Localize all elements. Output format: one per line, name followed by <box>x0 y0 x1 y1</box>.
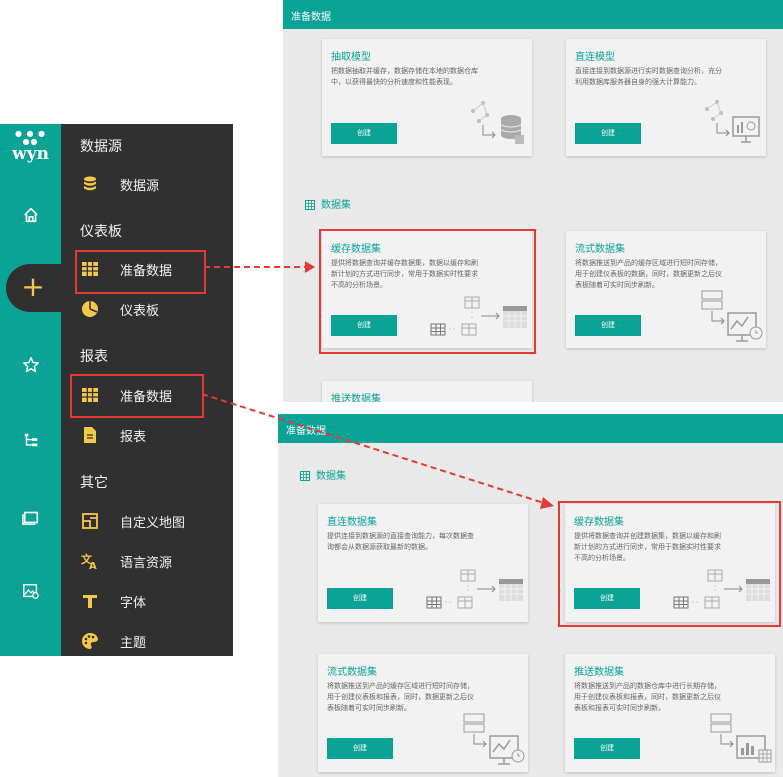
arrow-head-bottom <box>540 497 554 509</box>
arrow-head-top <box>305 261 315 273</box>
arrow-to-bottom-panel <box>201 393 545 504</box>
annotation-arrows <box>201 261 554 509</box>
